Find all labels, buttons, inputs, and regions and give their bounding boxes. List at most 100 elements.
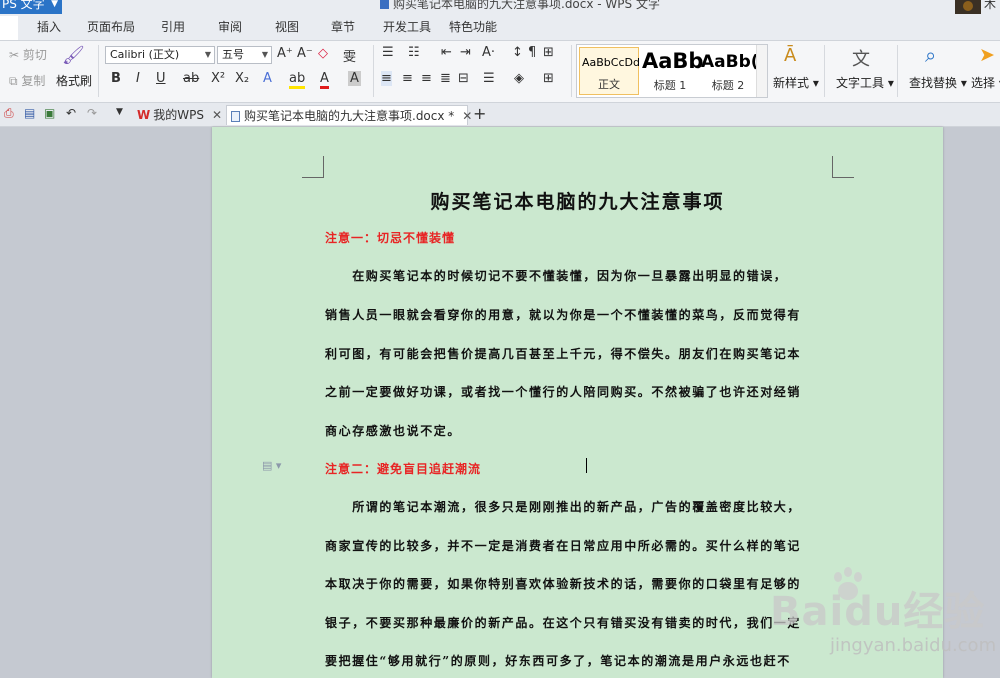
paragraph-line[interactable]: 所谓的笔记本潮流，很多只是刚刚推出的新产品，广告的覆盖密度比较大， bbox=[325, 498, 835, 515]
table-icon[interactable]: ⊞ bbox=[543, 45, 554, 60]
paragraph-line[interactable]: 商家宣传的比较多，并不一定是消费者在日常应用中所必需的。买什么样的笔记 bbox=[325, 537, 835, 554]
tab-developer[interactable]: 开发工具 bbox=[383, 18, 431, 35]
undo-icon[interactable]: ↶ bbox=[66, 106, 76, 120]
align-left-icon[interactable]: ≡ bbox=[381, 71, 392, 86]
grow-font-icon[interactable]: A⁺ bbox=[277, 46, 293, 61]
font-color-icon[interactable]: A bbox=[320, 71, 329, 89]
distribute-icon[interactable]: ⊟ bbox=[458, 71, 469, 86]
tab-insert[interactable]: 插入 bbox=[37, 18, 61, 35]
print-icon[interactable]: ▤ bbox=[24, 106, 35, 120]
text-tools-icon: 文 bbox=[852, 49, 870, 70]
new-tab-button[interactable]: + bbox=[473, 104, 486, 123]
font-name-select[interactable]: Calibri (正文) ▼ bbox=[105, 46, 215, 64]
user-name[interactable]: 木 bbox=[984, 0, 996, 12]
italic-button[interactable]: I bbox=[136, 71, 140, 86]
superscript-icon[interactable]: X² bbox=[211, 71, 225, 86]
char-shading-icon[interactable]: A bbox=[348, 71, 361, 86]
shading-icon[interactable]: ◈ bbox=[514, 71, 524, 86]
chevron-down-icon: ▼ bbox=[51, 0, 58, 9]
close-icon[interactable]: ✕ bbox=[212, 108, 222, 122]
document-canvas[interactable]: 购买笔记本电脑的九大注意事项 注意一：切忌不懂装懂 在购买笔记本的时候切记不要不… bbox=[0, 127, 1000, 678]
paragraph-line[interactable]: 商心存感激也说不定。 bbox=[325, 422, 835, 439]
paragraph-line[interactable]: 本取决于你的需要，如果你特别喜欢体验新技术的话，需要你的口袋里有足够的 bbox=[325, 575, 835, 592]
align-right-icon[interactable]: ≡ bbox=[421, 71, 432, 86]
cut-button[interactable]: ✂ 剪切 bbox=[9, 46, 47, 63]
tab-special-features[interactable]: 特色功能 bbox=[449, 18, 497, 35]
tab-my-wps-label: 我的WPS bbox=[153, 108, 204, 122]
clear-format-icon[interactable]: ◇ bbox=[318, 46, 328, 61]
paragraph-line[interactable]: 银子，不要买那种最廉价的新产品。在这个只有错买没有错卖的时代，我们一定 bbox=[325, 614, 835, 631]
increase-indent-icon[interactable]: ⇥ bbox=[460, 45, 471, 60]
text-tools-button[interactable]: 文字工具 ▾ bbox=[836, 74, 894, 91]
tab-home[interactable] bbox=[0, 16, 18, 40]
title-bar: PS 文字 ▼ 购买笔记本电脑的九大注意事项.docx - WPS 文字 木 bbox=[0, 0, 1000, 14]
style-heading-2[interactable]: AaBb( 标题 2 bbox=[699, 47, 757, 95]
underline-button[interactable]: U bbox=[156, 71, 166, 86]
tab-document[interactable]: 购买笔记本电脑的九大注意事项.docx * ✕ bbox=[226, 105, 472, 125]
redo-icon[interactable]: ↷ bbox=[87, 106, 97, 120]
format-painter-icon: 🖌 bbox=[62, 45, 85, 66]
print-preview-icon[interactable]: ▣ bbox=[44, 106, 55, 120]
style-sample: AaBb bbox=[642, 49, 704, 73]
close-icon[interactable]: ✕ bbox=[462, 109, 472, 123]
find-replace-button[interactable]: 查找替换 ▾ bbox=[909, 74, 967, 91]
style-caption: 标题 2 bbox=[711, 79, 745, 92]
style-caption: 正文 bbox=[598, 78, 620, 91]
tab-references[interactable]: 引用 bbox=[161, 18, 185, 35]
paragraph-line[interactable]: 在购买笔记本的时候切记不要不懂装懂，因为你一旦暴露出明显的错误， bbox=[325, 267, 835, 284]
paragraph-line[interactable]: 利可图，有可能会把售价提高几百甚至上千元，得不偿失。朋友们在购买笔记本 bbox=[325, 345, 835, 362]
strikethrough-icon[interactable]: ab bbox=[183, 71, 199, 86]
paragraph-line[interactable]: 要把握住“够用就行”的原则，好东西可多了，笔记本的潮流是用户永远也赶不 bbox=[325, 652, 835, 669]
bullets-icon[interactable]: ☰ bbox=[382, 45, 394, 60]
section-heading-2[interactable]: 注意二：避免盲目追赶潮流 bbox=[325, 460, 481, 477]
tab-review[interactable]: 审阅 bbox=[218, 18, 242, 35]
chevron-down-icon: ▼ bbox=[261, 50, 268, 59]
style-heading-1[interactable]: AaBb 标题 1 bbox=[640, 47, 704, 95]
line-spacing-icon[interactable]: ☰ bbox=[483, 71, 495, 86]
show-marks-icon[interactable]: ¶ bbox=[528, 45, 536, 60]
document-page[interactable]: 购买笔记本电脑的九大注意事项 注意一：切忌不懂装懂 在购买笔记本的时候切记不要不… bbox=[212, 127, 943, 678]
copy-icon: ⧉ bbox=[9, 74, 18, 88]
subscript-icon[interactable]: X₂ bbox=[235, 71, 249, 86]
phonetic-guide-icon[interactable]: 雯 bbox=[343, 46, 356, 65]
paragraph-handle-icon[interactable]: ▤ ▾ bbox=[262, 459, 281, 472]
chevron-down-icon[interactable]: ▼ bbox=[116, 107, 123, 117]
format-painter-button[interactable]: 格式刷 bbox=[56, 72, 92, 89]
decrease-indent-icon[interactable]: ⇤ bbox=[441, 45, 452, 60]
app-menu-label: PS 文字 bbox=[2, 0, 45, 11]
chinese-layout-icon[interactable]: A· bbox=[482, 45, 495, 60]
document-title[interactable]: 购买笔记本电脑的九大注意事项 bbox=[212, 187, 943, 214]
justify-icon[interactable]: ≣ bbox=[440, 71, 451, 86]
bold-button[interactable]: B bbox=[111, 71, 121, 86]
font-size-value: 五号 bbox=[222, 48, 244, 61]
font-size-select[interactable]: 五号 ▼ bbox=[217, 46, 272, 64]
tab-chapter[interactable]: 章节 bbox=[331, 18, 355, 35]
tab-page-layout[interactable]: 页面布局 bbox=[87, 18, 135, 35]
ribbon-divider bbox=[824, 45, 825, 97]
shrink-font-icon[interactable]: A⁻ bbox=[297, 46, 313, 61]
select-button[interactable]: 选择 ▾ bbox=[971, 74, 1000, 91]
sort-icon[interactable]: ↕ bbox=[512, 45, 523, 60]
export-pdf-icon[interactable]: ⎙ bbox=[4, 106, 14, 121]
tab-my-wps[interactable]: W 我的WPS ✕ bbox=[133, 105, 226, 125]
find-replace-label: 查找替换 bbox=[909, 76, 958, 90]
styles-scrollbar[interactable] bbox=[756, 45, 767, 97]
wps-app-menu-button[interactable]: PS 文字 ▼ bbox=[0, 0, 62, 14]
font-name-value: Calibri (正文) bbox=[110, 48, 180, 61]
paragraph-line[interactable]: 之前一定要做好功课，或者找一个懂行的人陪同购买。不然被骗了也许还对经销 bbox=[325, 383, 835, 400]
align-center-icon[interactable]: ≡ bbox=[402, 71, 413, 86]
text-effect-icon[interactable]: A bbox=[263, 71, 272, 86]
new-style-button[interactable]: 新样式 ▾ bbox=[773, 74, 819, 91]
border-icon[interactable]: ⊞ bbox=[543, 71, 554, 86]
numbering-icon[interactable]: ☷ bbox=[408, 45, 420, 60]
highlight-icon[interactable]: ab bbox=[289, 71, 306, 89]
tab-view[interactable]: 视图 bbox=[275, 18, 299, 35]
copy-button[interactable]: ⧉ 复制 bbox=[9, 72, 45, 89]
select-label: 选择 bbox=[971, 76, 996, 90]
wps-logo-icon: W bbox=[137, 108, 151, 122]
section-heading-1[interactable]: 注意一：切忌不懂装懂 bbox=[325, 229, 455, 246]
paragraph-line[interactable]: 销售人员一眼就会看穿你的用意，就以为你是一个不懂装懂的菜鸟，反而觉得有 bbox=[325, 306, 835, 323]
cut-label: 剪切 bbox=[22, 48, 47, 62]
ribbon-divider bbox=[373, 45, 374, 97]
style-normal[interactable]: AaBbCcDd 正文 bbox=[579, 47, 640, 95]
